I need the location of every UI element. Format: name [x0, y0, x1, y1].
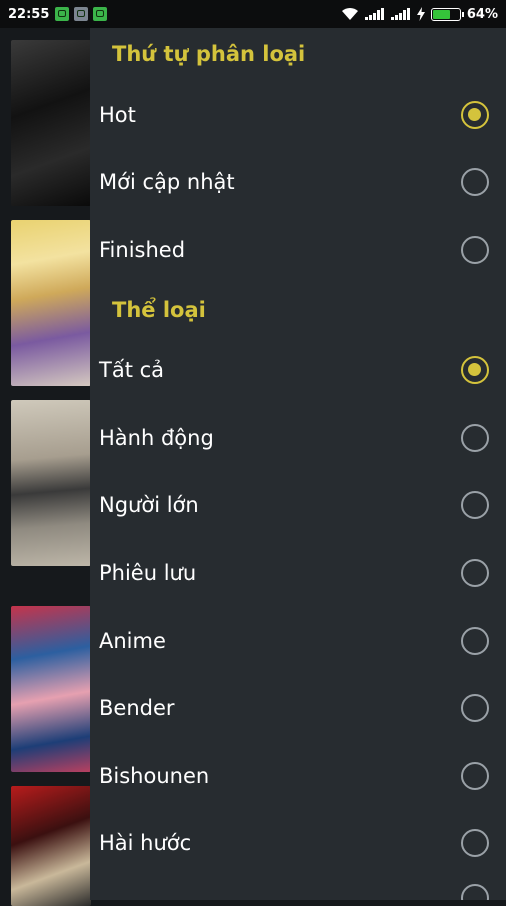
signal-icon	[390, 8, 410, 20]
genre-option-partial[interactable]	[90, 876, 506, 900]
genre-header: Thể loại	[112, 298, 206, 322]
genre-option-comedy[interactable]: Hài hước	[90, 812, 506, 874]
radio-button[interactable]	[461, 694, 489, 722]
radio-button[interactable]	[461, 884, 489, 900]
genre-option-bishounen[interactable]: Bishounen	[90, 745, 506, 807]
sort-option-finished[interactable]: Finished	[90, 219, 506, 281]
option-label: Phiêu lưu	[99, 561, 197, 585]
radio-button-selected[interactable]	[461, 356, 489, 384]
manga-cover-thumbnail[interactable]	[11, 40, 91, 206]
genre-option-all[interactable]: Tất cả	[90, 339, 506, 401]
android-icon	[93, 7, 108, 21]
option-label: Mới cập nhật	[99, 170, 235, 194]
charging-bolt-icon	[416, 7, 425, 21]
option-label: Hành động	[99, 426, 214, 450]
manga-cover-thumbnail[interactable]	[11, 400, 91, 566]
android-icon	[55, 7, 70, 21]
option-label: Anime	[99, 629, 166, 653]
genre-option-adult[interactable]: Người lớn	[90, 474, 506, 536]
radio-button[interactable]	[461, 168, 489, 196]
genre-option-action[interactable]: Hành động	[90, 407, 506, 469]
radio-button[interactable]	[461, 236, 489, 264]
radio-button-selected[interactable]	[461, 101, 489, 129]
status-bar: 22:55 64%	[0, 0, 506, 28]
signal-icon	[364, 8, 384, 20]
option-label: Hài hước	[99, 831, 192, 855]
radio-button[interactable]	[461, 829, 489, 857]
wifi-icon	[341, 7, 358, 20]
status-time: 22:55	[8, 6, 50, 22]
battery-icon	[430, 7, 464, 21]
battery-percent: 64%	[466, 6, 498, 22]
genre-option-adventure[interactable]: Phiêu lưu	[90, 542, 506, 604]
android-icon-grey	[74, 7, 89, 21]
filter-drawer: Thứ tự phân loại Hot Mới cập nhật Finish…	[90, 28, 506, 900]
option-label: Finished	[99, 238, 186, 262]
option-label: Hot	[99, 103, 136, 127]
sort-option-hot[interactable]: Hot	[90, 84, 506, 146]
sort-option-recently-updated[interactable]: Mới cập nhật	[90, 151, 506, 213]
option-label: Người lớn	[99, 493, 199, 517]
manga-cover-thumbnail[interactable]	[11, 786, 91, 906]
radio-button[interactable]	[461, 491, 489, 519]
radio-button[interactable]	[461, 559, 489, 587]
manga-cover-thumbnail[interactable]	[11, 220, 91, 386]
radio-button[interactable]	[461, 627, 489, 655]
status-indicators: 64%	[341, 7, 498, 22]
sort-order-header: Thứ tự phân loại	[112, 42, 306, 66]
option-label: Bender	[99, 696, 175, 720]
battery-level	[432, 9, 450, 19]
option-label: Bishounen	[99, 764, 210, 788]
manga-cover-thumbnail[interactable]	[11, 606, 91, 772]
radio-button[interactable]	[461, 424, 489, 452]
manga-list-background	[0, 28, 92, 906]
radio-button[interactable]	[461, 762, 489, 790]
genre-option-anime[interactable]: Anime	[90, 610, 506, 672]
option-label: Tất cả	[99, 358, 165, 382]
genre-option-bender[interactable]: Bender	[90, 677, 506, 739]
